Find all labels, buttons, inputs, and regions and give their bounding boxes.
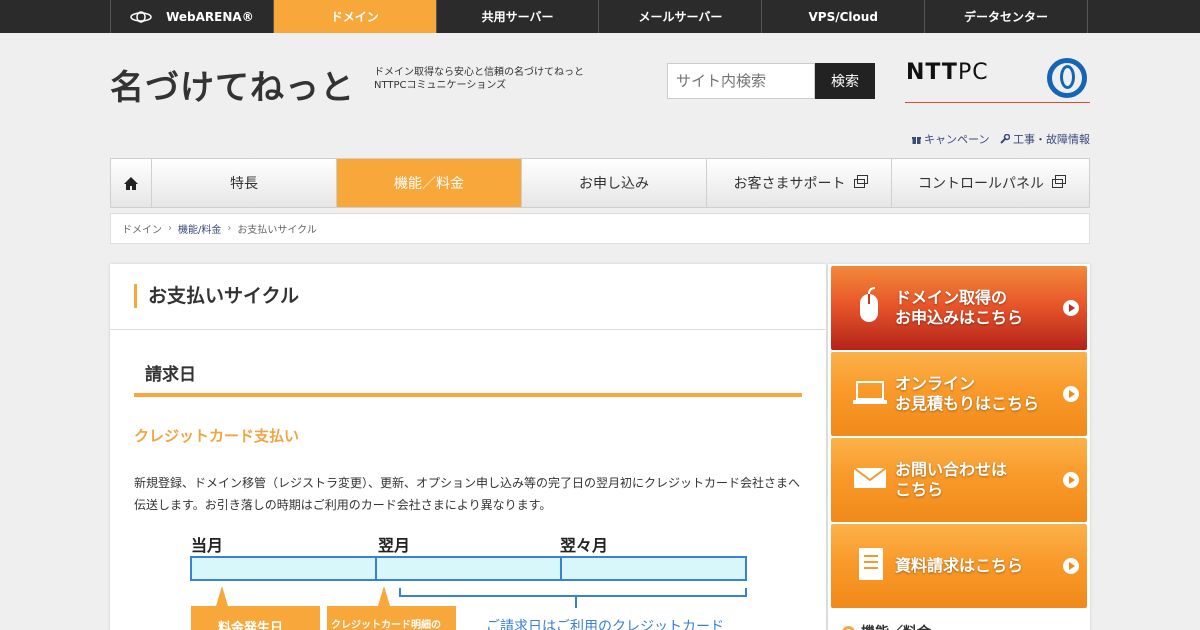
campaign-link[interactable]: キャンペーン: [911, 131, 990, 147]
chevron-right-icon: ›: [168, 223, 172, 234]
month-label-after-next: 翌々月: [560, 536, 608, 555]
banner-text: 資料請求はこちら: [895, 556, 1023, 576]
ntt-logo-icon[interactable]: [1047, 58, 1087, 98]
gnav-label: お客さまサポート: [733, 176, 846, 192]
subsection-heading: クレジットカード支払い: [134, 427, 300, 445]
external-link-icon: [1052, 174, 1066, 188]
billing-cycle-diagram: 当月 翌月 翌々月 料金発生日 クレジットカード明細の ご請求日はご利用のクレジ…: [190, 536, 747, 630]
month-label-current: 当月: [191, 536, 223, 555]
sidebar: ドメイン取得の お申込みはこちら オンライン お見積もりはこちら お問い合わせは…: [828, 264, 1090, 630]
billing-bracket: [399, 588, 747, 608]
chevron-right-icon: ›: [227, 223, 232, 234]
arrow-right-icon: [1063, 472, 1079, 488]
topnav-domain[interactable]: ドメイン: [273, 0, 437, 33]
wrench-icon: [999, 133, 1010, 144]
document-icon: [859, 548, 883, 580]
topnav-datacenter[interactable]: データセンター: [925, 0, 1088, 33]
title-divider: [110, 329, 826, 330]
topnav-label: 共用サーバー: [481, 10, 554, 24]
timeline-bar: [190, 556, 747, 581]
logo-divider: [905, 102, 1090, 103]
gnav-control-panel[interactable]: コントロールパネル: [892, 159, 1089, 207]
gnav-label: コントロールパネル: [918, 176, 1044, 192]
global-nav: 特長 機能／料金 お申し込み お客さまサポート コントロールパネル: [110, 158, 1090, 208]
online-estimate-banner[interactable]: オンライン お見積もりはこちら: [831, 352, 1087, 436]
arrow-right-icon: [1063, 300, 1079, 316]
month-label-next: 翌月: [378, 536, 410, 555]
body-text: 新規登録、ドメイン移管（レジストラ変更）、更新、オプション申し込み等の完了日の翌…: [134, 476, 801, 512]
gnav-pricing[interactable]: 機能／料金: [337, 159, 522, 207]
card-callout-label: クレジットカード明細の: [331, 618, 441, 630]
contact-banner[interactable]: お問い合わせは こちら: [831, 438, 1087, 522]
domain-apply-banner[interactable]: ドメイン取得の お申込みはこちら: [831, 266, 1087, 350]
gift-icon: [911, 137, 921, 144]
search-button[interactable]: 検索: [815, 63, 875, 99]
billing-note: ご請求日はご利用のクレジットカード: [486, 619, 724, 630]
gnav-label: お申し込み: [579, 176, 649, 192]
topnav-label: WebARENA®: [166, 9, 254, 24]
breadcrumb-pricing[interactable]: 機能/料金: [178, 221, 221, 236]
campaign-label: キャンペーン: [924, 133, 990, 146]
circle-bullet-icon: [842, 625, 855, 630]
webarena-logo-icon: [130, 10, 152, 23]
banner-line1: お問い合わせは: [895, 460, 1008, 479]
arrow-right-icon: [1063, 558, 1079, 574]
envelope-icon: [853, 467, 887, 488]
tagline: ドメイン取得なら安心と信頼の名づけてねっと NTTPCコミュニケーションズ: [374, 66, 584, 92]
gnav-apply[interactable]: お申し込み: [522, 159, 707, 207]
maintenance-link[interactable]: 工事・故障情報: [999, 131, 1090, 147]
gnav-label: 機能／料金: [394, 176, 464, 192]
gnav-support[interactable]: お客さまサポート: [707, 159, 892, 207]
pc-text: PC: [957, 60, 989, 85]
breadcrumb: ドメイン › 機能/料金 › お支払いサイクル: [110, 213, 1090, 244]
banner-line1: オンライン: [895, 374, 976, 393]
breadcrumb-current: お支払いサイクル: [237, 225, 317, 236]
topnav-shared-server[interactable]: 共用サーバー: [437, 0, 600, 33]
tagline-line2: NTTPCコミュニケーションズ: [374, 80, 507, 91]
banner-line2: お申込みはこちら: [895, 308, 1024, 327]
arrow-right-icon: [1063, 386, 1079, 402]
topnav-label: データセンター: [964, 10, 1049, 24]
utility-links: キャンペーン 工事・故障情報: [911, 131, 1090, 147]
topnav-label: メールサーバー: [638, 10, 723, 24]
top-bar: WebARENA® ドメイン 共用サーバー メールサーバー VPS/Cloud …: [0, 0, 1200, 33]
topnav-label: VPS/Cloud: [808, 9, 878, 24]
topnav-label: ドメイン: [330, 10, 379, 24]
laptop-icon: [853, 381, 887, 404]
breadcrumb-domain[interactable]: ドメイン: [122, 221, 162, 236]
sidebar-heading-label: 機能／料金: [861, 622, 931, 630]
banner-line2: こちら: [895, 480, 944, 499]
banner-line1: ドメイン取得の: [895, 288, 1008, 307]
ntt-text: NTT: [906, 60, 958, 85]
section-heading: 請求日: [145, 365, 196, 385]
site-title[interactable]: 名づけてねっと: [110, 60, 355, 109]
banner-text: オンライン お見積もりはこちら: [895, 374, 1039, 414]
external-link-icon: [853, 174, 868, 188]
topnav-mail-server[interactable]: メールサーバー: [599, 0, 763, 33]
mouse-icon: [860, 287, 878, 322]
gnav-features[interactable]: 特長: [152, 159, 337, 207]
banner-line1: 資料請求はこちら: [895, 556, 1024, 575]
banner-text: ドメイン取得の お申込みはこちら: [895, 288, 1023, 328]
search-input[interactable]: [667, 63, 815, 99]
section-divider: [134, 393, 802, 397]
fee-callout-label: 料金発生日: [218, 620, 283, 630]
gnav-label: 特長: [230, 176, 258, 192]
topnav-webarena[interactable]: WebARENA®: [111, 0, 274, 33]
maintenance-label: 工事・故障情報: [1013, 133, 1090, 146]
sidebar-heading: 機能／料金: [842, 622, 931, 630]
banner-line2: お見積もりはこちら: [895, 394, 1040, 413]
tagline-line1: ドメイン取得なら安心と信頼の名づけてねっと: [374, 67, 584, 78]
document-request-banner[interactable]: 資料請求はこちら: [831, 524, 1087, 608]
home-button[interactable]: [111, 159, 152, 207]
top-nav: WebARENA® ドメイン 共用サーバー メールサーバー VPS/Cloud …: [110, 0, 1088, 33]
topnav-vps-cloud[interactable]: VPS/Cloud: [762, 0, 926, 33]
home-icon: [124, 176, 138, 190]
nttpc-logo-text[interactable]: NTTPC: [906, 60, 989, 85]
banner-text: お問い合わせは こちら: [895, 460, 1007, 500]
page-title: お支払いサイクル: [134, 284, 299, 308]
main-content: お支払いサイクル 請求日 クレジットカード支払い 新規登録、ドメイン移管（レジス…: [110, 264, 826, 630]
